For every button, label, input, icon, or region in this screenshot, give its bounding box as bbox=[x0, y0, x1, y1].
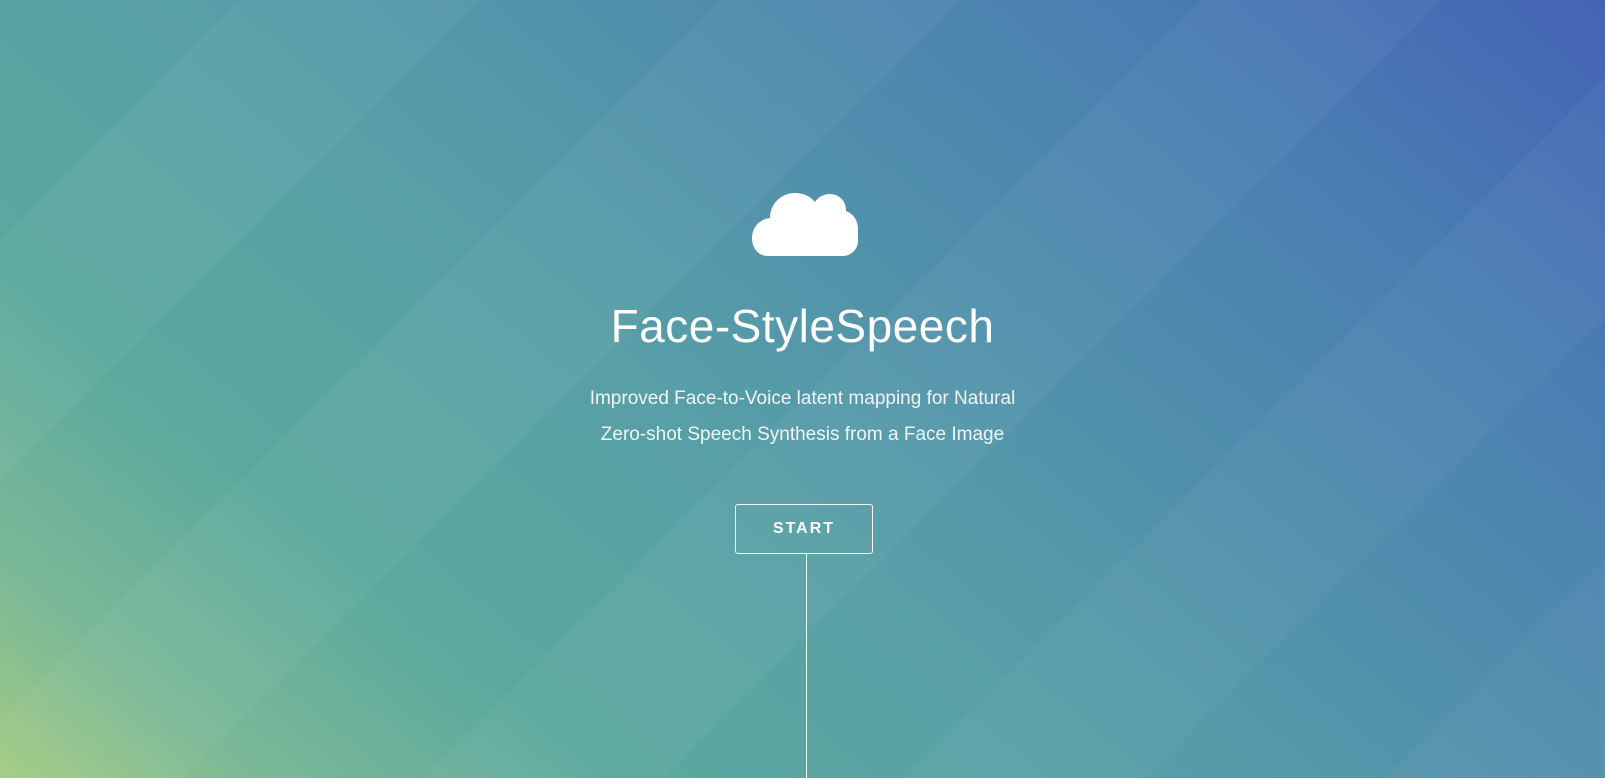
subtitle-line-2: Zero-shot Speech Synthesis from a Face I… bbox=[600, 424, 1005, 445]
hero-section: Face-StyleSpeech Improved Face-to-Voice … bbox=[0, 0, 1605, 778]
subtitle-line-1: Improved Face-to-Voice latent mapping fo… bbox=[589, 388, 1016, 409]
cloud-icon bbox=[752, 193, 858, 256]
page-title: Face-StyleSpeech bbox=[610, 300, 995, 352]
scroll-guide-line bbox=[806, 554, 807, 778]
page-subtitle: Improved Face-to-Voice latent mapping fo… bbox=[0, 381, 1605, 453]
start-button[interactable]: START bbox=[735, 504, 873, 554]
